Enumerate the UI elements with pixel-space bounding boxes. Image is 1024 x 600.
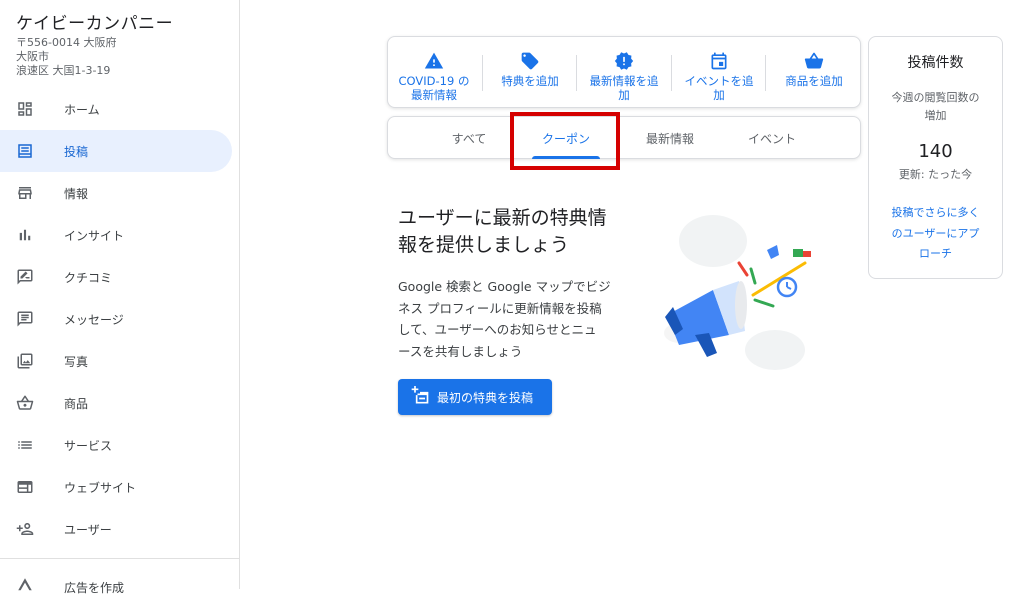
action-label: 最新情報を追加 bbox=[589, 74, 659, 102]
sidebar-item-label: 情報 bbox=[64, 187, 89, 201]
dashboard-icon bbox=[18, 102, 32, 116]
address-line: 大阪市 bbox=[16, 50, 49, 63]
sidebar-item-photos[interactable]: 写真 bbox=[0, 340, 232, 382]
reach-more-users-link[interactable]: 投稿でさらに多く のユーザーにアプ ローチ bbox=[879, 203, 992, 265]
address-line: 〒556-0014 大阪府 bbox=[16, 36, 117, 49]
photo-library-icon bbox=[17, 353, 33, 369]
sidebar-item-posts[interactable]: 投稿 bbox=[0, 130, 232, 172]
stats-updated: 更新: たった今 bbox=[898, 168, 973, 181]
google-ads-icon bbox=[18, 578, 32, 591]
address-line: 浪速区 大国1-3-19 bbox=[16, 64, 111, 77]
event-icon bbox=[711, 52, 727, 70]
sidebar-item-label: 写真 bbox=[64, 355, 89, 369]
update-badge-icon bbox=[614, 52, 634, 70]
action-label: 特典を追加 bbox=[501, 74, 559, 88]
business-address: 〒556-0014 大阪府 大阪市 浪速区 大国1-3-19 bbox=[16, 36, 116, 78]
web-icon bbox=[17, 481, 33, 493]
add-product-button[interactable]: 商品を追加 bbox=[770, 37, 858, 109]
sidebar-item-products[interactable]: 商品 bbox=[0, 382, 232, 424]
cta-label: 最初の特典を投稿 bbox=[437, 391, 534, 405]
add-event-button[interactable]: イベントを追加 bbox=[675, 37, 763, 109]
sidebar-item-website[interactable]: ウェブサイト bbox=[0, 466, 232, 508]
warning-icon bbox=[424, 52, 444, 69]
sidebar-item-reviews[interactable]: クチコミ bbox=[0, 256, 232, 298]
sidebar-item-create-ad[interactable]: 広告を作成 bbox=[0, 570, 232, 600]
business-name: ケイビーカンパニー bbox=[16, 14, 174, 34]
tab-updates[interactable]: 最新情報 bbox=[626, 117, 714, 160]
active-tab-indicator bbox=[532, 156, 600, 159]
sidebar-item-label: 広告を作成 bbox=[64, 581, 125, 595]
sidebar-item-label: メッセージ bbox=[64, 313, 124, 327]
stats-title: 投稿件数 bbox=[907, 55, 964, 71]
promo-description: Google 検索と Google マップでビジ ネス プロフィールに更新情報を… bbox=[398, 279, 611, 359]
sidebar-item-label: インサイト bbox=[64, 229, 125, 243]
bar-chart-icon bbox=[19, 229, 31, 241]
sidebar-item-services[interactable]: サービス bbox=[0, 424, 232, 466]
shopping-basket-icon bbox=[804, 52, 824, 69]
sidebar-item-home[interactable]: ホーム bbox=[0, 88, 232, 130]
sidebar-item-label: 商品 bbox=[64, 397, 89, 411]
person-add-icon bbox=[16, 523, 34, 535]
tab-events[interactable]: イベント bbox=[728, 117, 816, 160]
add-offer-button[interactable]: 特典を追加 bbox=[488, 37, 572, 109]
sidebar-nav: ホーム 投稿 情報 インサイト クチコミ メッセージ 写真 商品 サービス ウェ… bbox=[0, 88, 240, 550]
message-icon bbox=[17, 311, 33, 327]
sidebar-item-label: クチコミ bbox=[64, 271, 113, 285]
divider bbox=[482, 55, 483, 91]
sidebar-item-insights[interactable]: インサイト bbox=[0, 214, 232, 256]
sidebar-item-label: 投稿 bbox=[64, 145, 89, 159]
sidebar-item-messages[interactable]: メッセージ bbox=[0, 298, 232, 340]
shopping-basket-icon bbox=[16, 395, 34, 410]
promo-title: ユーザーに最新の特典情 報を提供しましょう bbox=[398, 207, 607, 256]
megaphone-illustration bbox=[664, 215, 811, 370]
storefront-icon bbox=[18, 187, 32, 199]
post-icon bbox=[18, 144, 32, 158]
sidebar-item-label: ユーザー bbox=[64, 523, 112, 537]
post-actions-bar: COVID-19 の最新情報 特典を追加 最新情報を追加 イベントを追加 商品を… bbox=[387, 36, 861, 108]
sidebar-divider bbox=[0, 558, 240, 559]
action-label: COVID-19 の最新情報 bbox=[398, 74, 470, 102]
sidebar-item-info[interactable]: 情報 bbox=[0, 172, 232, 214]
tab-all[interactable]: すべて bbox=[426, 117, 512, 160]
divider bbox=[671, 55, 672, 91]
rate-review-icon bbox=[17, 269, 33, 285]
sidebar-item-label: サービス bbox=[64, 439, 113, 453]
covid-update-button[interactable]: COVID-19 の最新情報 bbox=[392, 37, 476, 109]
post-filter-tabs: すべて クーポン 最新情報 イベント bbox=[387, 116, 861, 159]
tab-coupon[interactable]: クーポン bbox=[524, 117, 608, 160]
create-first-offer-button[interactable]: 最初の特典を投稿 bbox=[398, 379, 552, 415]
post-stats-card: 投稿件数 今週の閲覧回数の 増加 140 更新: たった今 投稿でさらに多く のユ… bbox=[868, 36, 1003, 279]
sidebar-item-label: ホーム bbox=[64, 103, 100, 117]
sidebar-item-label: ウェブサイト bbox=[64, 481, 137, 495]
offer-tag-icon bbox=[521, 52, 539, 70]
sidebar-item-users[interactable]: ユーザー bbox=[0, 508, 232, 550]
add-post-icon bbox=[411, 386, 429, 404]
list-icon bbox=[18, 441, 32, 449]
add-update-button[interactable]: 最新情報を追加 bbox=[580, 37, 668, 109]
action-label: 商品を追加 bbox=[785, 74, 843, 88]
action-label: イベントを追加 bbox=[684, 74, 754, 102]
sidebar: ケイビーカンパニー 〒556-0014 大阪府 大阪市 浪速区 大国1-3-19… bbox=[0, 0, 240, 595]
stats-subtitle: 今週の閲覧回数の 増加 bbox=[891, 91, 980, 122]
divider bbox=[576, 55, 577, 91]
divider bbox=[765, 55, 766, 91]
stats-value: 140 bbox=[918, 141, 953, 162]
